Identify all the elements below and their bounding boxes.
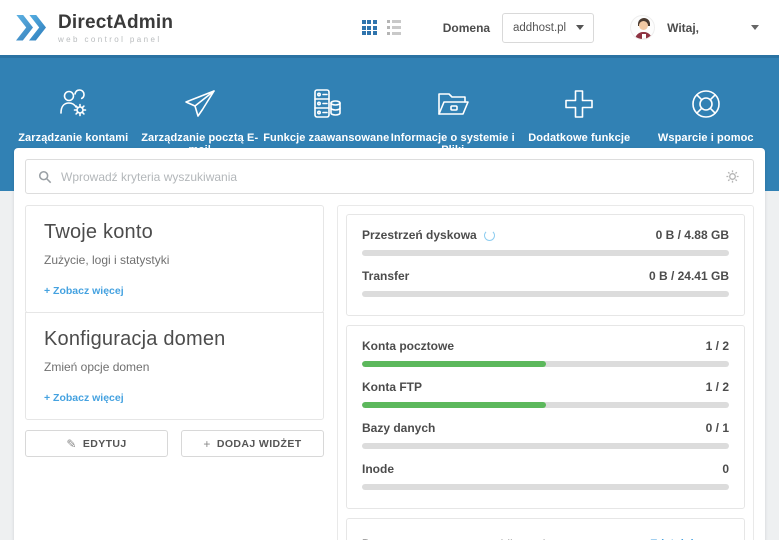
stat-label: Przestrzeń dyskowa [362,228,477,242]
plus-icon [561,86,597,122]
stat-row-databases: Bazy danych 0 / 1 [362,421,729,449]
directadmin-logo[interactable]: DirectAdmin web control panel [16,12,173,44]
progress-fill [362,361,546,367]
grid-view-icon[interactable] [362,20,377,35]
server-icon [308,86,344,122]
progress-track [362,484,729,490]
edit-button[interactable]: ✎ EDYTUJ [25,430,168,457]
stat-row-inode: Inode 0 [362,462,729,490]
plus-icon: + [203,437,210,451]
nav-label: Funkcje zaawansowane [263,132,389,144]
nav-label: Dodatkowe funkcje [528,132,630,144]
domain-info-row: Domena addhost.pl + Edytuj domenę [362,531,729,540]
stat-label: Bazy danych [362,421,435,435]
main-content-panel: Twoje konto Zużycie, logi i statystyki +… [14,148,765,540]
user-menu-chevron-icon[interactable] [751,25,759,30]
add-widget-button-label: DODAJ WIDŻET [217,438,302,450]
progress-track [362,443,729,449]
domain-select-value: addhost.pl [513,22,566,34]
domain-select[interactable]: addhost.pl [502,13,594,43]
card-title: Twoje konto [44,221,305,244]
lifebuoy-icon [688,86,724,122]
progress-track [362,361,729,367]
progress-track [362,402,729,408]
card-subtitle: Zużycie, logi i statystyki [44,253,305,267]
search-input[interactable] [61,170,714,184]
card-subtitle: Zmień opcje domen [44,360,305,374]
stat-row-email-accounts: Konta pocztowe 1 / 2 [362,339,729,367]
quota-stats-card: Konta pocztowe 1 / 2 Konta FTP 1 / 2 Baz… [346,325,745,509]
pencil-icon: ✎ [66,437,76,451]
progress-fill [362,402,546,408]
logo-title: DirectAdmin [58,12,173,34]
stat-row-disk-space: Przestrzeń dyskowa 0 B / 4.88 GB [362,228,729,256]
card-title: Konfiguracja domen [44,328,305,351]
gear-icon [725,169,740,184]
nav-label: Zarządzanie kontami [18,132,128,144]
card-domain-configuration: Konfiguracja domen Zmień opcje domen + Z… [25,312,324,420]
stat-value: 0 B / 24.41 GB [649,269,729,283]
user-greeting: Witaj, [667,21,699,35]
stat-value: 1 / 2 [706,339,729,353]
see-more-link[interactable]: + Zobacz więcej [44,285,124,297]
progress-track [362,250,729,256]
refresh-icon[interactable] [484,230,495,241]
stat-row-ftp-accounts: Konta FTP 1 / 2 [362,380,729,408]
right-column: Przestrzeń dyskowa 0 B / 4.88 GB Transfe… [337,205,754,540]
folder-icon [435,86,471,122]
chevron-down-icon [576,25,584,30]
see-more-link[interactable]: + Zobacz więcej [44,392,124,404]
progress-track [362,291,729,297]
search-bar [25,159,754,194]
directadmin-logo-icon [16,15,50,41]
usage-stats-card: Przestrzeń dyskowa 0 B / 4.88 GB Transfe… [346,214,745,316]
stat-row-transfer: Transfer 0 B / 24.41 GB [362,269,729,297]
stat-label: Konta FTP [362,380,422,394]
search-settings-button[interactable] [723,168,741,186]
user-avatar[interactable] [630,15,655,40]
paper-plane-icon [182,86,218,122]
add-widget-button[interactable]: + DODAJ WIDŻET [181,430,324,457]
stat-value: 0 [722,462,729,476]
left-column: Twoje konto Zużycie, logi i statystyki +… [25,205,324,457]
domain-info-card: Domena addhost.pl + Edytuj domenę Ostatn… [346,518,745,540]
stat-value: 0 / 1 [706,421,729,435]
stat-value: 0 B / 4.88 GB [656,228,729,242]
stat-label: Transfer [362,269,409,283]
list-view-icon[interactable] [387,20,401,36]
stat-value: 1 / 2 [706,380,729,394]
domain-label: Domena [443,21,490,35]
stat-label: Inode [362,462,394,476]
logo-subtitle: web control panel [58,35,173,44]
users-gear-icon [55,86,91,122]
search-icon [38,170,52,184]
stat-label: Konta pocztowe [362,339,454,353]
card-your-account: Twoje konto Zużycie, logi i statystyki +… [25,205,324,313]
nav-label: Wsparcie i pomoc [658,132,754,144]
edit-button-label: EDYTUJ [83,438,127,450]
top-header: DirectAdmin web control panel Domena add… [0,0,779,55]
